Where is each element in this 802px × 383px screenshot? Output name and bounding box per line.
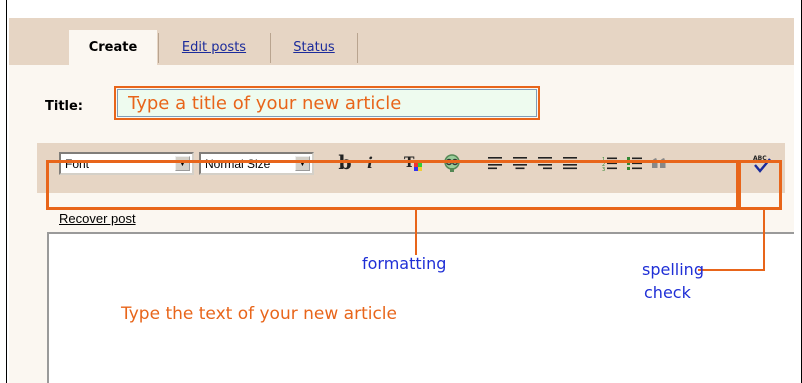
spelling-annotation-line2: check: [644, 283, 691, 302]
tab-divider: [270, 33, 271, 63]
formatting-connector: [415, 209, 417, 255]
tab-status[interactable]: Status: [272, 30, 356, 65]
recover-post-link[interactable]: Recover post: [59, 211, 136, 226]
spelling-connector-horizontal: [698, 269, 765, 271]
tab-create[interactable]: Create: [69, 30, 157, 65]
body-hint-text: Type the text of your new article: [121, 304, 397, 324]
tab-status-label[interactable]: Status: [293, 40, 334, 55]
tab-edit-posts-label[interactable]: Edit posts: [182, 40, 246, 55]
tab-bar: Create Edit posts Status: [9, 18, 794, 65]
title-input[interactable]: [114, 86, 540, 120]
spellcheck-highlight: [738, 160, 782, 210]
formatting-highlight: [46, 160, 739, 210]
formatting-annotation: formatting: [362, 254, 447, 273]
spelling-annotation-line1: spelling: [642, 260, 704, 279]
tab-edit-posts[interactable]: Edit posts: [159, 30, 269, 65]
tab-create-label: Create: [88, 40, 138, 55]
title-label: Title:: [45, 99, 84, 114]
tab-divider: [357, 33, 358, 63]
spelling-connector-vertical: [763, 209, 765, 271]
